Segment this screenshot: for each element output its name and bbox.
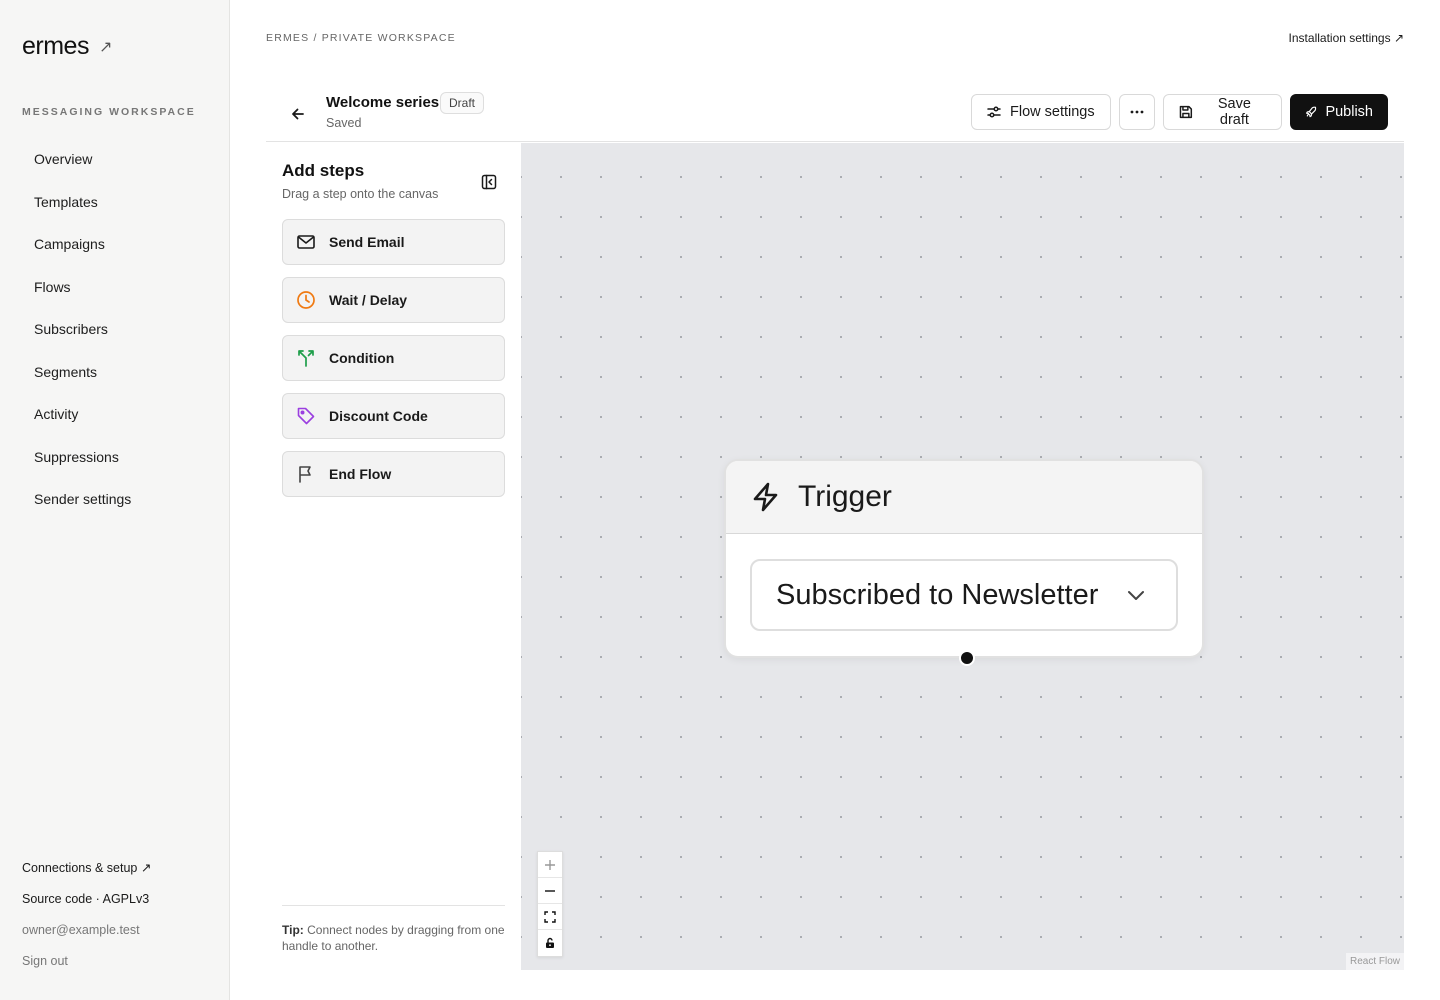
back-button[interactable]: [286, 102, 310, 126]
step-discount-code[interactable]: Discount Code: [282, 393, 505, 439]
step-label: Send Email: [329, 234, 405, 250]
rocket-icon: [1305, 106, 1317, 118]
canvas-controls: [537, 851, 563, 957]
minus-icon: [545, 889, 555, 892]
arrow-left-icon: [292, 108, 304, 120]
save-icon: [1179, 105, 1193, 119]
flow-settings-label: Flow settings: [1010, 104, 1095, 120]
step-condition[interactable]: Condition: [282, 335, 505, 381]
tag-icon: [295, 405, 317, 427]
more-horizontal-icon: [1130, 110, 1144, 114]
sidebar-item-segments[interactable]: Segments: [22, 351, 212, 394]
installation-settings-link[interactable]: Installation settings ↗: [1289, 31, 1404, 45]
flag-icon: [295, 463, 317, 485]
step-label: Discount Code: [329, 408, 428, 424]
sliders-icon: [987, 106, 1001, 118]
step-label: Wait / Delay: [329, 292, 408, 308]
sidebar-item-campaigns[interactable]: Campaigns: [22, 223, 212, 266]
clock-icon: [295, 289, 317, 311]
step-wait-delay[interactable]: Wait / Delay: [282, 277, 505, 323]
react-flow-attribution[interactable]: React Flow: [1345, 953, 1404, 970]
flow-settings-button[interactable]: Flow settings: [971, 94, 1111, 130]
sidebar: ermes ↗ MESSAGING WORKSPACE Overview Tem…: [0, 0, 230, 1000]
user-email: owner@example.test: [22, 923, 140, 937]
chevron-down-icon: [1128, 591, 1144, 600]
external-link-icon: ↗: [98, 38, 113, 56]
publish-button[interactable]: Publish: [1290, 94, 1388, 130]
connections-link[interactable]: Connections & setup ↗: [22, 858, 151, 889]
tip-text: Tip: Connect nodes by dragging from one …: [282, 905, 505, 954]
save-status: Saved: [326, 116, 362, 130]
split-icon: [295, 347, 317, 369]
lock-icon: [546, 937, 554, 948]
zoom-in-button[interactable]: [538, 852, 562, 878]
trigger-node-header: Trigger: [726, 461, 1202, 534]
sidebar-item-overview[interactable]: Overview: [22, 138, 212, 181]
lock-button[interactable]: [538, 930, 562, 956]
trigger-select-value: Subscribed to Newsletter: [776, 578, 1099, 611]
step-label: End Flow: [329, 466, 392, 482]
steps-panel-title: Add steps: [282, 161, 365, 180]
fit-view-icon: [544, 910, 556, 923]
flow-canvas[interactable]: Trigger Subscribed to Newsletter React F…: [521, 143, 1404, 970]
plus-icon: [545, 859, 555, 870]
flow-header: Welcome series Draft Saved Flow settings…: [266, 84, 1404, 142]
sidebar-item-subscribers[interactable]: Subscribers: [22, 308, 212, 351]
sidebar-item-sender-settings[interactable]: Sender settings: [22, 478, 212, 521]
zoom-out-button[interactable]: [538, 878, 562, 904]
trigger-node[interactable]: Trigger Subscribed to Newsletter: [724, 459, 1204, 666]
sidebar-nav: Overview Templates Campaigns Flows Subsc…: [22, 138, 212, 521]
workspace-label: MESSAGING WORKSPACE: [22, 106, 196, 118]
step-end-flow[interactable]: End Flow: [282, 451, 505, 497]
save-draft-label: Save draft: [1217, 96, 1251, 128]
step-send-email[interactable]: Send Email: [282, 219, 505, 265]
source-code-link[interactable]: Source code · AGPLv3: [22, 889, 151, 920]
more-options-button[interactable]: [1119, 94, 1155, 130]
breadcrumb: ERMES / PRIVATE WORKSPACE: [266, 32, 456, 44]
sidebar-footer: Connections & setup ↗ Source code · AGPL…: [22, 858, 151, 982]
trigger-select[interactable]: Subscribed to Newsletter: [750, 559, 1178, 631]
publish-label: Publish: [1325, 104, 1373, 120]
fit-view-button[interactable]: [538, 904, 562, 930]
steps-panel: Add steps Drag a step onto the canvas Se…: [266, 143, 521, 970]
save-draft-button[interactable]: Save draft: [1163, 94, 1282, 130]
sidebar-item-suppressions[interactable]: Suppressions: [22, 436, 212, 479]
brand-name: ermes: [22, 32, 89, 60]
sidebar-item-activity[interactable]: Activity: [22, 393, 212, 436]
node-output-handle[interactable]: [959, 650, 975, 666]
panel-collapse-icon: [481, 174, 497, 190]
sidebar-item-flows[interactable]: Flows: [22, 266, 212, 309]
sign-out-link[interactable]: Sign out: [22, 951, 151, 982]
sidebar-item-templates[interactable]: Templates: [22, 181, 212, 224]
flow-title: Welcome series: [326, 94, 440, 111]
lightning-icon: [753, 482, 778, 512]
steps-panel-subtitle: Drag a step onto the canvas: [282, 187, 439, 201]
tip-label: Tip:: [282, 923, 304, 937]
collapse-panel-button[interactable]: [480, 173, 498, 191]
brand-link[interactable]: ermes ↗: [22, 32, 112, 61]
step-label: Condition: [329, 350, 395, 366]
tip-body: Connect nodes by dragging from one handl…: [282, 923, 505, 953]
mail-icon: [295, 231, 317, 253]
status-badge: Draft: [440, 92, 485, 114]
trigger-node-title: Trigger: [798, 480, 892, 513]
